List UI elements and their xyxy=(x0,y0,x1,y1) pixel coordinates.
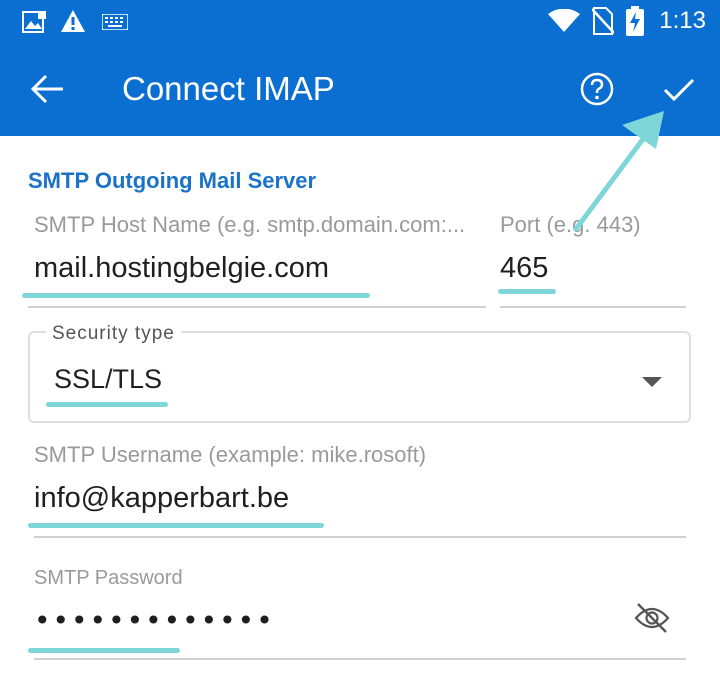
smtp-username-underline xyxy=(34,536,686,538)
status-bar: 1:13 xyxy=(0,0,720,44)
battery-charging-icon xyxy=(626,6,644,40)
smtp-username-input[interactable]: info@kapperbart.be xyxy=(34,482,289,515)
eye-off-icon[interactable] xyxy=(634,602,670,638)
back-button[interactable] xyxy=(30,74,64,108)
page-title: Connect IMAP xyxy=(122,70,335,107)
keyboard-icon xyxy=(101,13,129,34)
smtp-host-input[interactable]: mail.hostingbelgie.com xyxy=(34,252,329,285)
arrow-left-icon xyxy=(30,74,63,104)
dropdown-arrow-icon[interactable] xyxy=(642,373,662,392)
smtp-password-highlight xyxy=(28,648,180,653)
status-time: 1:13 xyxy=(659,7,706,34)
no-sim-icon xyxy=(591,7,615,39)
port-highlight xyxy=(498,289,556,294)
question-circle-icon xyxy=(580,72,614,106)
smtp-password-underline xyxy=(34,658,686,660)
image-notification-icon xyxy=(22,11,46,37)
warning-icon xyxy=(60,9,86,37)
port-underline xyxy=(500,306,686,308)
app-bar: Connect IMAP xyxy=(0,44,720,136)
smtp-username-label: SMTP Username (example: mike.rosoft) xyxy=(34,442,427,467)
smtp-password-input[interactable]: ••••••••••••• xyxy=(34,604,275,637)
confirm-button[interactable] xyxy=(663,77,695,107)
security-type-highlight xyxy=(46,402,168,407)
port-input[interactable]: 465 xyxy=(500,252,548,285)
smtp-username-highlight xyxy=(28,523,324,528)
smtp-host-highlight xyxy=(22,293,370,298)
section-title: SMTP Outgoing Mail Server xyxy=(28,168,317,193)
smtp-host-label: SMTP Host Name (e.g. smtp.domain.com:... xyxy=(34,212,466,237)
smtp-password-label: SMTP Password xyxy=(34,567,183,589)
security-type-label: Security type xyxy=(46,323,181,345)
port-label: Port (e.g. 443) xyxy=(500,212,641,237)
wifi-icon xyxy=(548,8,580,37)
security-type-value: SSL/TLS xyxy=(54,364,163,394)
help-button[interactable] xyxy=(580,72,614,110)
checkmark-icon xyxy=(663,78,695,102)
smtp-host-underline xyxy=(28,306,486,308)
